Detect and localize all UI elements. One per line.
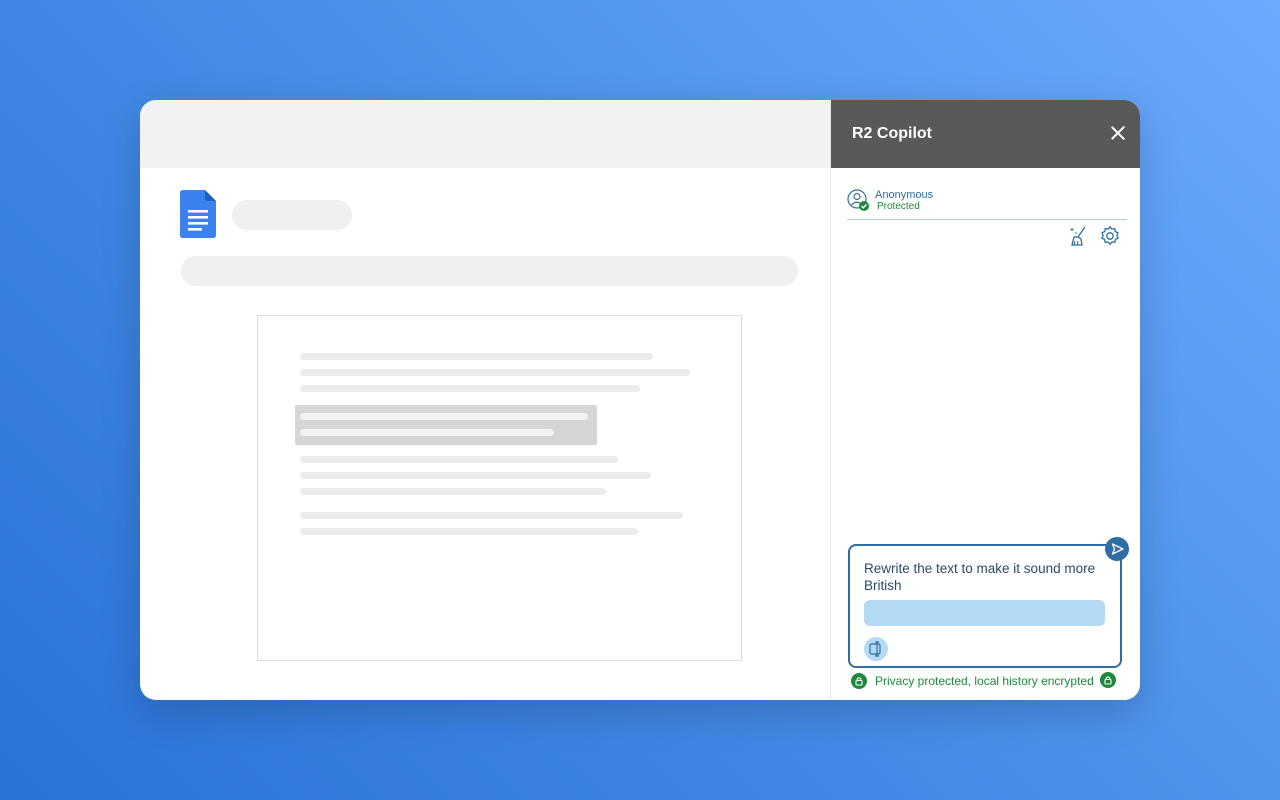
text-line xyxy=(300,528,638,535)
privacy-notice: Privacy protected, local history encrypt… xyxy=(851,672,1121,690)
privacy-text: Privacy protected, local history encrypt… xyxy=(875,674,1094,688)
user-avatar-icon xyxy=(847,189,869,211)
panel-header: R2 Copilot xyxy=(831,100,1140,168)
text-line xyxy=(300,512,683,519)
google-docs-icon[interactable] xyxy=(180,190,216,238)
lock-icon xyxy=(851,673,867,689)
lock-icon xyxy=(1100,672,1116,688)
copilot-panel: R2 Copilot Anonymous Protected Rewrite t… xyxy=(830,100,1140,700)
doc-toolbar-placeholder[interactable] xyxy=(181,256,798,286)
close-icon[interactable] xyxy=(1109,124,1127,142)
text-line xyxy=(300,353,653,360)
text-line xyxy=(300,369,690,376)
selected-context-chip[interactable] xyxy=(864,600,1105,626)
text-line xyxy=(300,488,606,495)
text-cursor-icon[interactable] xyxy=(864,637,888,661)
selected-text-line xyxy=(300,429,554,436)
selected-text-block[interactable] xyxy=(295,405,597,445)
doc-title-placeholder[interactable] xyxy=(232,200,352,230)
gear-icon[interactable] xyxy=(1099,225,1121,247)
text-line xyxy=(300,385,640,392)
doc-top-bar xyxy=(140,100,830,168)
selected-text-line xyxy=(300,413,588,420)
prompt-input[interactable]: Rewrite the text to make it sound more B… xyxy=(864,560,1114,594)
text-line xyxy=(300,456,618,463)
clean-chat-icon[interactable] xyxy=(1068,225,1090,247)
user-status-row: Anonymous Protected xyxy=(847,188,1127,220)
message-composer[interactable]: Rewrite the text to make it sound more B… xyxy=(848,544,1122,668)
doc-page[interactable] xyxy=(257,315,742,661)
panel-title: R2 Copilot xyxy=(852,125,932,142)
document-area xyxy=(140,100,830,700)
send-icon[interactable] xyxy=(1105,537,1129,561)
user-status: Protected xyxy=(877,201,920,212)
user-name: Anonymous xyxy=(875,189,934,201)
app-window: R2 Copilot Anonymous Protected Rewrite t… xyxy=(140,100,1140,700)
text-line xyxy=(300,472,651,479)
